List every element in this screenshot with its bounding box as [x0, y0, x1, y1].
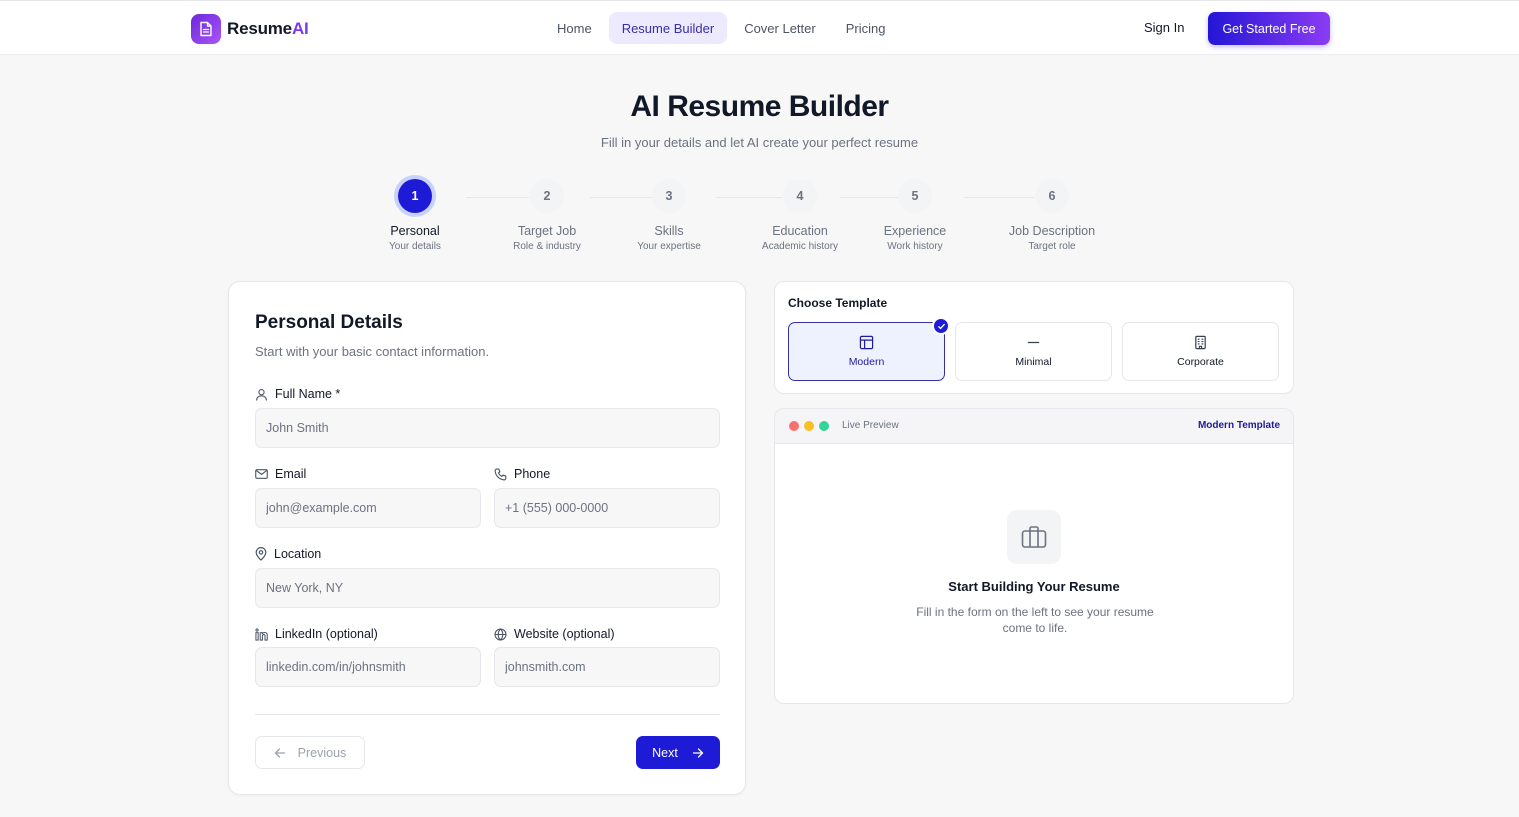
progress-stepper: 1 Personal Your details 2 Target Job Rol… [0, 178, 1519, 258]
step-job-description[interactable]: 6 Job Description Target role [992, 178, 1112, 252]
template-label: Modern [848, 356, 885, 368]
step-sublabel: Work history [887, 241, 943, 252]
building-icon [1195, 335, 1206, 350]
document-icon [191, 13, 221, 44]
briefcase-icon [1007, 510, 1061, 564]
nav-resume-builder[interactable]: Resume Builder [608, 12, 728, 44]
step-number[interactable]: 5 [898, 179, 932, 213]
top-navbar: ResumeAI Home Resume Builder Cover Lette… [0, 0, 1519, 55]
linkedin-label: LinkedIn (optional) [255, 627, 378, 641]
step-number[interactable]: 1 [398, 179, 432, 213]
previous-label: Previous [297, 745, 347, 760]
preview-template-name: Modern Template [1197, 420, 1280, 431]
window-dot-green [819, 421, 829, 431]
website-label-text: Website (optional) [514, 627, 615, 641]
email-field[interactable] [255, 488, 481, 528]
mail-icon [255, 469, 268, 479]
linkedin-icon [255, 627, 268, 641]
next-label: Next [652, 745, 678, 760]
live-preview-card: Live Preview Modern Template Start Build… [774, 408, 1294, 704]
template-corporate[interactable]: Corporate [1122, 322, 1279, 381]
sign-in-link[interactable]: Sign In [1144, 20, 1184, 35]
step-number[interactable]: 3 [652, 179, 686, 213]
globe-icon [494, 627, 507, 641]
nav-cover-letter[interactable]: Cover Letter [731, 12, 829, 44]
step-sublabel: Target role [1028, 241, 1076, 252]
step-number[interactable]: 4 [783, 179, 817, 213]
email-label-text: Email [275, 467, 307, 481]
step-label: Job Description [1008, 224, 1096, 238]
phone-label-text: Phone [514, 467, 551, 481]
user-icon [256, 388, 267, 401]
arrow-right-icon [692, 747, 703, 758]
step-experience[interactable]: 5 Experience Work history [855, 178, 975, 252]
phone-field[interactable] [494, 488, 720, 528]
step-number[interactable]: 6 [1035, 179, 1069, 213]
personal-details-card: Personal Details Start with your basic c… [228, 281, 746, 795]
linkedin-field[interactable] [255, 647, 481, 687]
brand-logo[interactable]: ResumeAI [191, 13, 309, 44]
step-sublabel: Role & industry [513, 241, 581, 252]
template-label: Corporate [1177, 356, 1224, 368]
location-field[interactable] [255, 568, 720, 608]
brand-name: ResumeAI [227, 18, 309, 38]
step-personal[interactable]: 1 Personal Your details [355, 178, 475, 252]
step-sublabel: Your details [389, 241, 441, 252]
step-label: Education [772, 224, 828, 238]
page-title: AI Resume Builder [630, 90, 889, 123]
preview-label: Live Preview [842, 420, 899, 431]
form-divider [255, 714, 720, 715]
preview-empty-title: Start Building Your Resume [948, 579, 1120, 594]
step-label: Personal [390, 224, 440, 238]
step-label: Skills [654, 224, 684, 238]
step-label: Experience [883, 224, 947, 238]
phone-icon [494, 468, 507, 480]
full-name-label-text: Full Name * [275, 387, 341, 401]
step-sublabel: Academic history [761, 241, 839, 252]
step-number[interactable]: 2 [530, 179, 564, 213]
template-chooser-card: Choose Template Modern Minimal Corporate [774, 281, 1294, 394]
main-nav: Home Resume Builder Cover Letter Pricing [544, 12, 898, 44]
template-heading: Choose Template [788, 296, 888, 310]
form-title: Personal Details [255, 312, 403, 333]
step-skills[interactable]: 3 Skills Your expertise [609, 178, 729, 252]
website-field[interactable] [494, 647, 720, 687]
nav-pricing[interactable]: Pricing [833, 12, 899, 44]
form-subtitle: Start with your basic contact informatio… [255, 344, 490, 359]
full-name-label: Full Name * [255, 387, 340, 401]
layout-icon [859, 335, 874, 350]
template-modern[interactable]: Modern [788, 317, 950, 381]
next-button[interactable]: Next [636, 736, 720, 769]
linkedin-label-text: LinkedIn (optional) [275, 627, 378, 641]
page-subtitle: Fill in your details and let AI create y… [600, 135, 919, 150]
location-label: Location [255, 547, 321, 561]
email-label: Email [255, 467, 306, 481]
preview-empty-description: Fill in the form on the left to see your… [916, 605, 1154, 635]
check-icon [932, 317, 950, 335]
window-dot-red [789, 421, 799, 431]
minus-icon [1027, 341, 1040, 344]
arrow-left-icon [274, 747, 285, 758]
step-education[interactable]: 4 Education Academic history [740, 178, 860, 252]
preview-toolbar: Live Preview Modern Template [775, 409, 1293, 444]
step-sublabel: Your expertise [637, 241, 701, 252]
previous-button[interactable]: Previous [255, 736, 365, 769]
website-label: Website (optional) [494, 627, 615, 641]
full-name-field[interactable] [255, 408, 720, 448]
template-minimal[interactable]: Minimal [955, 322, 1112, 381]
nav-home[interactable]: Home [544, 12, 605, 44]
template-label: Minimal [1015, 356, 1052, 368]
get-started-button[interactable]: Get Started Free [1208, 12, 1330, 45]
step-label: Target Job [517, 224, 577, 238]
window-dot-yellow [804, 421, 814, 431]
step-target-job[interactable]: 2 Target Job Role & industry [487, 178, 607, 252]
map-pin-icon [255, 547, 267, 561]
phone-label: Phone [494, 467, 550, 481]
location-label-text: Location [274, 547, 322, 561]
